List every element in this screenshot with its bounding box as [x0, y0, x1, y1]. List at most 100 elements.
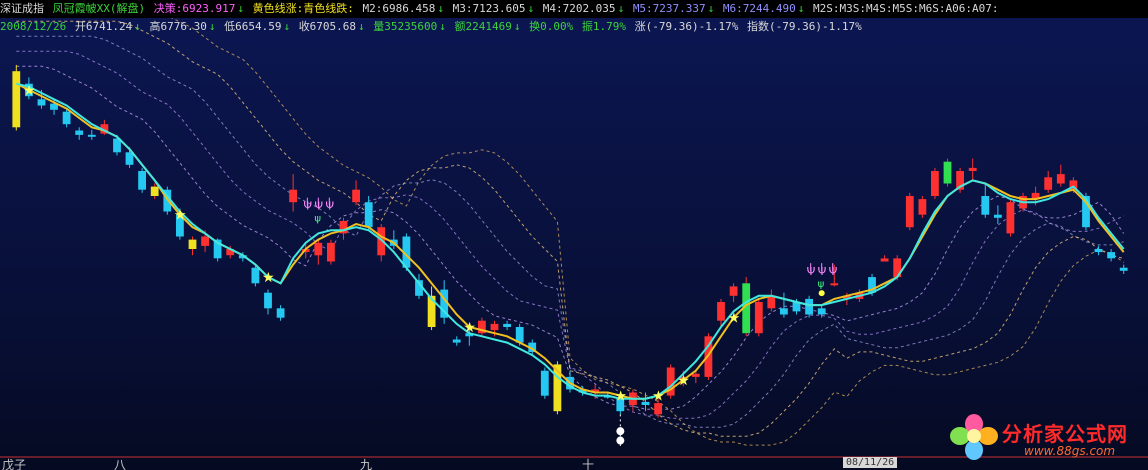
x-axis-label-oct: 十 [582, 458, 595, 470]
candle-body [918, 199, 927, 215]
buy-star-icon: ★ [677, 373, 690, 389]
candle-body [276, 308, 285, 318]
ma5-value: M5:7237.337 [632, 2, 706, 15]
down-arrow-icon: ↓ [134, 20, 141, 33]
candle-body [540, 370, 549, 396]
candle-body [503, 323, 511, 327]
indicator-name[interactable]: 凤冠霞帔XX(解盘) [53, 2, 146, 15]
open-value: 开6741.24 [74, 20, 133, 33]
price-header: 2008/12/26 开6741.24 ↓ 高6776.30 ↓ 低6654.59 ↓… [0, 18, 1148, 36]
trend-note: 黄色线涨:青色线跌: [252, 2, 354, 15]
x-axis-label-year: 戊子 [2, 458, 27, 470]
candle-body [805, 298, 813, 315]
candle-body [1056, 174, 1065, 184]
watermark: 分析家公式网 www.88gs.com [948, 412, 1144, 462]
candle-body [1119, 267, 1128, 271]
candle-body [641, 401, 650, 405]
candle-body [75, 130, 84, 135]
extra-labels: M2S:M3S:M4S:M5S:M6S:A06:A07: [813, 2, 999, 15]
bottom-signal-dot [616, 427, 625, 436]
candle-body [364, 202, 373, 228]
buy-star-icon: ★ [262, 270, 275, 286]
high-value: 高6776.30 [149, 20, 207, 33]
candle-body [314, 242, 323, 256]
down-arrow-icon: ↓ [617, 2, 625, 15]
x-axis-label-aug: 八 [114, 458, 127, 470]
candle-body [754, 302, 763, 334]
candle-body [817, 308, 826, 315]
candle-body [780, 308, 788, 315]
candle-body [943, 161, 952, 184]
amplitude-value: 振1.79% [581, 20, 627, 33]
buy-star-icon: ★ [728, 311, 741, 327]
candle-body [981, 196, 990, 215]
yellow-trend-line [15, 82, 1125, 400]
down-arrow-icon: ↓ [527, 2, 535, 15]
buy-star-icon: ★ [23, 83, 36, 99]
down-arrow-icon: ↓ [283, 20, 291, 33]
down-arrow-icon: ↓ [208, 20, 216, 33]
candle-body [830, 283, 839, 286]
down-arrow-icon: ↓ [439, 20, 446, 33]
volume-value: 量35235600 [373, 20, 438, 33]
indicator-header: 深证成指 凤冠霞帔XX(解盘) 决策:6923.917 ↓ 黄色线涨:青色线跌: … [0, 0, 1148, 18]
cursor-date-label: 08/11/26 [843, 457, 898, 468]
candle-body [289, 189, 297, 203]
buy-star-icon: ★ [614, 389, 627, 405]
candle-body [12, 71, 21, 128]
candle-body [717, 302, 725, 321]
candle-body [264, 292, 272, 309]
watermark-url: www.88gs.com [1024, 444, 1116, 458]
candle-body [931, 171, 939, 196]
ma3-value: M3:7123.605 [452, 2, 526, 15]
signal-green-mark-icon: ψ [314, 214, 321, 225]
down-arrow-icon: ↓ [797, 2, 805, 15]
candle-body [1006, 202, 1015, 234]
candlestick-chart[interactable]: ★★★★★ ★★★Ψ Ψ ΨψΨ Ψ Ψψ [0, 0, 1148, 470]
candle-body [729, 286, 738, 296]
candle-body [968, 167, 977, 171]
candle-body [150, 186, 159, 196]
down-arrow-icon: ↓ [513, 20, 521, 33]
buy-star-icon: ★ [463, 320, 476, 336]
buy-star-icon: ★ [652, 389, 665, 405]
candle-body [138, 171, 146, 190]
date-value: 2008/12/26 [0, 20, 67, 33]
turnover-value: 换0.00% [529, 20, 574, 33]
index-name: 深证成指 [0, 2, 44, 15]
ma4-value: M4:7202.035 [542, 2, 616, 15]
candle-body [125, 152, 134, 165]
candle-body [880, 258, 889, 262]
candle-body [1044, 177, 1053, 190]
candle-body [691, 373, 700, 377]
candle-body [352, 189, 360, 203]
buy-star-icon: ★ [174, 208, 187, 224]
bottom-signal-dot [616, 436, 625, 445]
candle-body [327, 242, 335, 262]
close-value: 收6705.68 [298, 20, 357, 33]
candle-body [994, 214, 1002, 218]
cyan-trend-line [16, 82, 1125, 400]
candle-body [201, 236, 209, 246]
candle-body [905, 196, 914, 228]
amount-value: 额2241469 [454, 20, 512, 33]
signal-green-mark-icon: ψ [818, 279, 825, 290]
index-change-value: 指数(-79.36)-1.17% [746, 20, 862, 33]
down-arrow-icon: ↓ [358, 20, 365, 33]
watermark-text: 分析家公式网 [1002, 422, 1128, 446]
down-arrow-icon: ↓ [437, 2, 444, 15]
flower-logo-icon [950, 414, 998, 460]
candle-body [37, 99, 46, 106]
ma6-value: M6:7244.490 [722, 2, 796, 15]
ma-band-2 [16, 65, 1125, 410]
candle-body [62, 111, 71, 125]
change-value: 涨(-79.36)-1.17% [634, 20, 739, 33]
candle-body [1094, 249, 1103, 253]
candle-body [490, 323, 499, 331]
chart-window: ★ ★ ★ ★ ★ ★ ★ ★ Ψ Ψ Ψψ Ψ Ψ Ψψ 深证成指 凤冠霞帔XX(解盘) 决策:6923… [0, 0, 1148, 470]
candle-body [1107, 252, 1115, 259]
candle-body [188, 239, 197, 249]
signal-dot-icon [818, 290, 825, 297]
candle-body [87, 134, 96, 137]
candle-body [654, 403, 662, 415]
